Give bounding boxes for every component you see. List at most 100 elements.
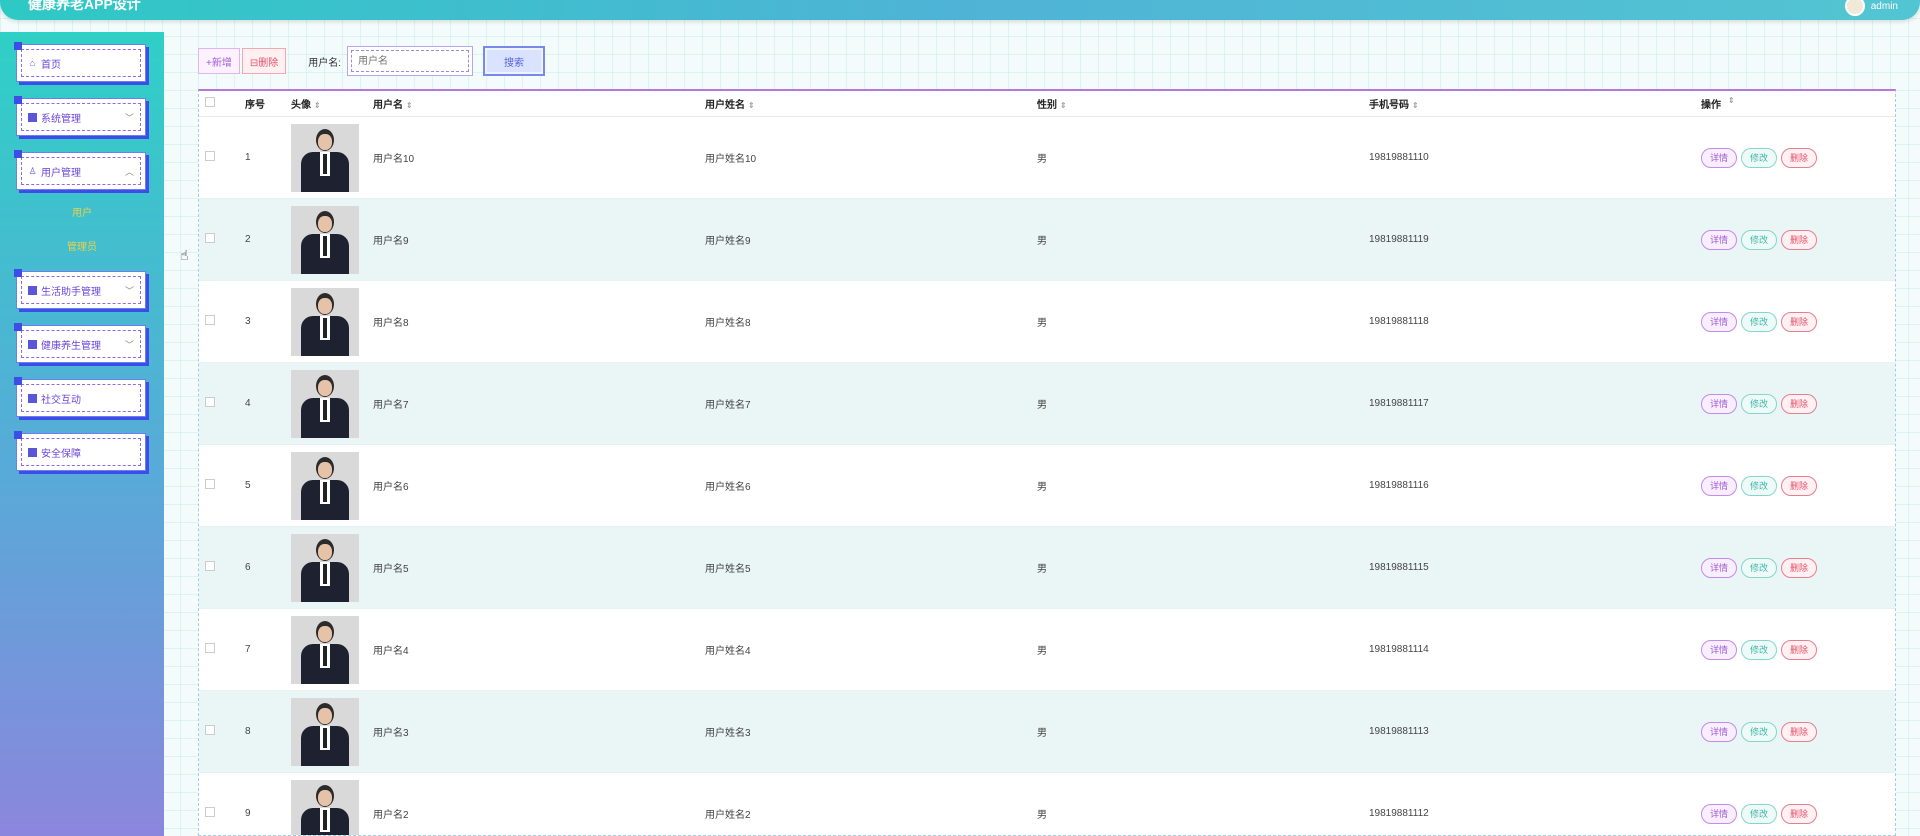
user-menu[interactable]: admin <box>1844 0 1898 16</box>
edit-button[interactable]: 修改 <box>1741 639 1778 660</box>
row-checkbox[interactable] <box>205 561 215 571</box>
sidebar-item-users[interactable]: ♙ 用户管理 ︿ <box>14 150 146 190</box>
sidebar-item-system[interactable]: 系统管理 ﹀ <box>14 96 146 136</box>
sort-icon[interactable]: ⇕ <box>1728 96 1735 111</box>
user-avatar[interactable] <box>1844 0 1865 16</box>
edit-button[interactable]: 修改 <box>1741 147 1778 168</box>
detail-button[interactable]: 详情 <box>1701 311 1738 332</box>
row-checkbox[interactable] <box>205 233 215 243</box>
sidebar-item-label: 安全保障 <box>41 448 81 460</box>
select-all-checkbox[interactable] <box>205 97 215 107</box>
row-checkbox[interactable] <box>205 151 215 161</box>
top-header: 健康养老APP设计 admin <box>0 0 1920 20</box>
column-header-avatar[interactable]: 头像 ⇕ <box>291 96 373 111</box>
row-phone: 19819881118 <box>1369 316 1429 327</box>
edit-button[interactable]: 修改 <box>1741 311 1778 332</box>
row-delete-button[interactable]: 删除 <box>1781 147 1818 168</box>
sort-icon[interactable]: ⇕ <box>748 101 755 110</box>
detail-button[interactable]: 详情 <box>1701 721 1738 742</box>
detail-button[interactable]: 详情 <box>1701 803 1738 824</box>
row-sex: 男 <box>1037 564 1047 575</box>
row-sex: 男 <box>1037 154 1047 165</box>
detail-button[interactable]: 详情 <box>1701 557 1738 578</box>
delete-button[interactable]: ⊟删除 <box>241 48 287 74</box>
detail-button[interactable]: 详情 <box>1701 147 1738 168</box>
edit-button[interactable]: 修改 <box>1741 803 1778 824</box>
column-header-username[interactable]: 用户名 ⇕ <box>373 96 705 111</box>
toolbar: +新增 ⊟删除 用户名: 搜索 <box>198 46 546 76</box>
row-phone: 19819881110 <box>1369 152 1429 163</box>
sidebar-item-label: 健康养生管理 <box>41 340 101 352</box>
avatar-image[interactable] <box>291 123 359 192</box>
row-phone: 19819881114 <box>1369 644 1429 655</box>
search-input[interactable] <box>351 50 470 72</box>
avatar-image[interactable] <box>291 615 359 684</box>
sidebar-subitem-user[interactable]: 用户 <box>0 204 164 219</box>
row-sex: 男 <box>1037 646 1047 657</box>
sort-icon[interactable]: ⇕ <box>1412 101 1419 110</box>
row-name: 用户姓名7 <box>705 400 751 411</box>
row-checkbox[interactable] <box>205 643 215 653</box>
column-header-name[interactable]: 用户姓名 ⇕ <box>705 96 1037 111</box>
edit-button[interactable]: 修改 <box>1741 721 1778 742</box>
detail-button[interactable]: 详情 <box>1701 229 1738 250</box>
sort-icon[interactable]: ⇕ <box>406 101 413 110</box>
row-index: 1 <box>245 152 251 163</box>
row-phone: 19819881113 <box>1369 726 1429 737</box>
row-username: 用户名4 <box>373 646 409 657</box>
row-checkbox[interactable] <box>205 397 215 407</box>
row-delete-button[interactable]: 删除 <box>1781 803 1818 824</box>
row-username: 用户名3 <box>373 728 409 739</box>
row-username: 用户名8 <box>373 318 409 329</box>
table-row: 1 用户名10 用户姓名10 男 19819881110 详情 修改 删除 <box>199 117 1895 199</box>
sidebar-subitem-admin[interactable]: 管理员 <box>0 238 164 253</box>
column-header-ops[interactable]: 操作 ⇕ <box>1701 96 1895 111</box>
row-delete-button[interactable]: 删除 <box>1781 393 1818 414</box>
avatar-image[interactable] <box>291 697 359 766</box>
sidebar-item-social[interactable]: 社交互动 <box>14 377 146 417</box>
row-delete-button[interactable]: 删除 <box>1781 475 1818 496</box>
username-label[interactable]: admin <box>1871 1 1898 12</box>
row-delete-button[interactable]: 删除 <box>1781 311 1818 332</box>
row-phone: 19819881115 <box>1369 562 1429 573</box>
detail-button[interactable]: 详情 <box>1701 393 1738 414</box>
column-header-sex[interactable]: 性别 ⇕ <box>1037 96 1369 111</box>
edit-button[interactable]: 修改 <box>1741 393 1778 414</box>
row-checkbox[interactable] <box>205 315 215 325</box>
avatar-image[interactable] <box>291 369 359 438</box>
sidebar-item-health[interactable]: 健康养生管理 ﹀ <box>14 323 146 363</box>
hand-cursor-icon: ☝ <box>180 247 189 263</box>
sort-icon[interactable]: ⇕ <box>1060 101 1067 110</box>
row-delete-button[interactable]: 删除 <box>1781 721 1818 742</box>
avatar-image[interactable] <box>291 451 359 520</box>
sort-icon[interactable]: ⇕ <box>314 101 321 110</box>
detail-button[interactable]: 详情 <box>1701 639 1738 660</box>
row-name: 用户姓名4 <box>705 646 751 657</box>
row-delete-button[interactable]: 删除 <box>1781 229 1818 250</box>
edit-button[interactable]: 修改 <box>1741 229 1778 250</box>
sidebar-item-life-assistant[interactable]: 生活助手管理 ﹀ <box>14 269 146 309</box>
avatar-image[interactable] <box>291 533 359 602</box>
search-input-wrapper <box>347 46 474 76</box>
row-delete-button[interactable]: 删除 <box>1781 557 1818 578</box>
column-header-index: 序号 <box>245 100 265 111</box>
row-username: 用户名2 <box>373 810 409 821</box>
row-checkbox[interactable] <box>205 725 215 735</box>
column-header-phone[interactable]: 手机号码 ⇕ <box>1369 96 1701 111</box>
row-index: 5 <box>245 480 251 491</box>
edit-button[interactable]: 修改 <box>1741 557 1778 578</box>
search-button[interactable]: 搜索 <box>483 46 546 76</box>
row-checkbox[interactable] <box>205 807 215 817</box>
row-delete-button[interactable]: 删除 <box>1781 639 1818 660</box>
detail-button[interactable]: 详情 <box>1701 475 1738 496</box>
avatar-image[interactable] <box>291 205 359 274</box>
add-button[interactable]: +新增 <box>198 48 240 74</box>
edit-button[interactable]: 修改 <box>1741 475 1778 496</box>
row-username: 用户名9 <box>373 236 409 247</box>
row-checkbox[interactable] <box>205 479 215 489</box>
avatar-image[interactable] <box>291 779 359 835</box>
avatar-image[interactable] <box>291 287 359 356</box>
sidebar-item-home[interactable]: ⌂ 首页 <box>14 42 146 82</box>
sidebar-item-security[interactable]: 安全保障 <box>14 431 146 471</box>
sidebar-item-label: 系统管理 <box>41 113 81 125</box>
